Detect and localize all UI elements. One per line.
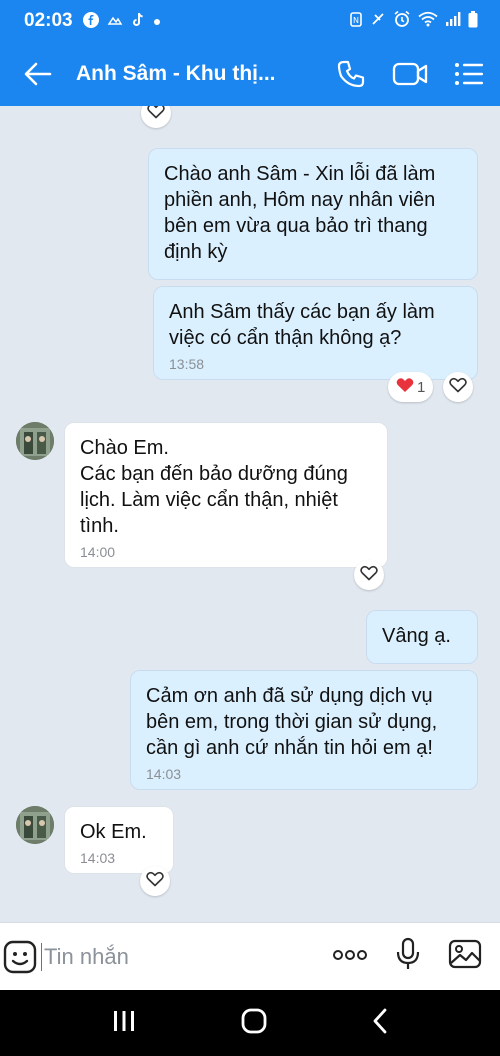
message-timestamp: 14:03 — [80, 850, 116, 866]
chat-header: Anh Sâm - Khu thị... — [0, 42, 500, 106]
message-bubble-outgoing[interactable]: Anh Sâm thấy các bạn ấy làm việc có cẩn … — [153, 286, 478, 380]
like-reaction-button[interactable] — [443, 372, 473, 402]
contact-avatar[interactable] — [16, 422, 54, 460]
microphone-icon[interactable] — [396, 937, 420, 976]
message-text: Ok Em. — [80, 821, 147, 843]
alarm-icon — [393, 10, 411, 32]
message-composer — [0, 922, 500, 990]
conversation-title[interactable]: Anh Sâm - Khu thị... — [76, 62, 284, 86]
dot-icon — [153, 13, 161, 29]
back-icon[interactable] — [371, 1007, 389, 1040]
reaction-count: 1 — [417, 378, 426, 396]
back-arrow-icon[interactable] — [0, 42, 76, 106]
text-cursor — [40, 942, 42, 971]
message-text: Chào Em. Các bạn đến bảo dưỡng đúng lịch… — [80, 437, 348, 537]
system-navigation-bar — [0, 990, 500, 1056]
message-timestamp: 14:03 — [146, 766, 182, 782]
message-input[interactable] — [44, 936, 332, 977]
message-text: Vâng ạ. — [382, 625, 451, 647]
message-text: Anh Sâm thấy các bạn ấy làm việc có cẩn … — [169, 301, 435, 349]
cloud-icon — [107, 13, 123, 30]
more-options-icon[interactable] — [332, 948, 368, 966]
status-time: 02:03 — [24, 10, 73, 31]
video-icon[interactable] — [392, 54, 428, 94]
message-timestamp: 14:00 — [80, 544, 116, 560]
facebook-icon — [82, 11, 99, 31]
message-bubble-outgoing[interactable]: Vâng ạ. — [366, 610, 478, 664]
message-timestamp: 13:58 — [169, 356, 205, 372]
reaction-count-badge[interactable]: 1 — [388, 372, 434, 402]
signal-icon — [445, 11, 461, 31]
like-reaction-button[interactable] — [141, 106, 171, 128]
heart-filled-icon — [396, 377, 414, 397]
phone-icon[interactable] — [336, 54, 366, 94]
message-bubble-outgoing[interactable]: Cảm ơn anh đã sử dụng dịch vụ bên em, tr… — [130, 670, 478, 790]
heart-outline-icon — [146, 871, 164, 892]
tiktok-icon — [131, 12, 145, 31]
heart-outline-icon — [147, 106, 165, 124]
like-reaction-button[interactable] — [354, 560, 384, 590]
emoji-icon[interactable] — [0, 940, 41, 974]
home-icon[interactable] — [240, 1007, 268, 1040]
message-bubble-outgoing[interactable]: Chào anh Sâm - Xin lỗi đã làm phiền anh,… — [148, 148, 478, 280]
message-text: Cảm ơn anh đã sử dụng dịch vụ bên em, tr… — [146, 685, 438, 759]
heart-outline-icon — [449, 377, 467, 398]
chat-area[interactable]: Chào anh Sâm - Xin lỗi đã làm phiền anh,… — [0, 106, 500, 922]
status-bar: 02:03 N — [0, 0, 500, 42]
mute-icon — [370, 11, 386, 31]
message-bubble-incoming[interactable]: Chào Em. Các bạn đến bảo dưỡng đúng lịch… — [64, 422, 388, 568]
recent-apps-icon[interactable] — [111, 1009, 137, 1038]
image-icon[interactable] — [448, 939, 482, 974]
battery-icon — [468, 10, 478, 32]
like-reaction-button[interactable] — [140, 866, 170, 896]
heart-outline-icon — [360, 565, 378, 586]
message-bubble-incoming[interactable]: Ok Em. 14:03 — [64, 806, 174, 874]
nfc-icon: N — [349, 10, 363, 32]
contact-avatar[interactable] — [16, 806, 54, 844]
message-text: Chào anh Sâm - Xin lỗi đã làm phiền anh,… — [164, 163, 436, 263]
wifi-icon — [418, 11, 438, 31]
svg-text:N: N — [353, 16, 359, 25]
menu-icon[interactable] — [454, 54, 484, 94]
